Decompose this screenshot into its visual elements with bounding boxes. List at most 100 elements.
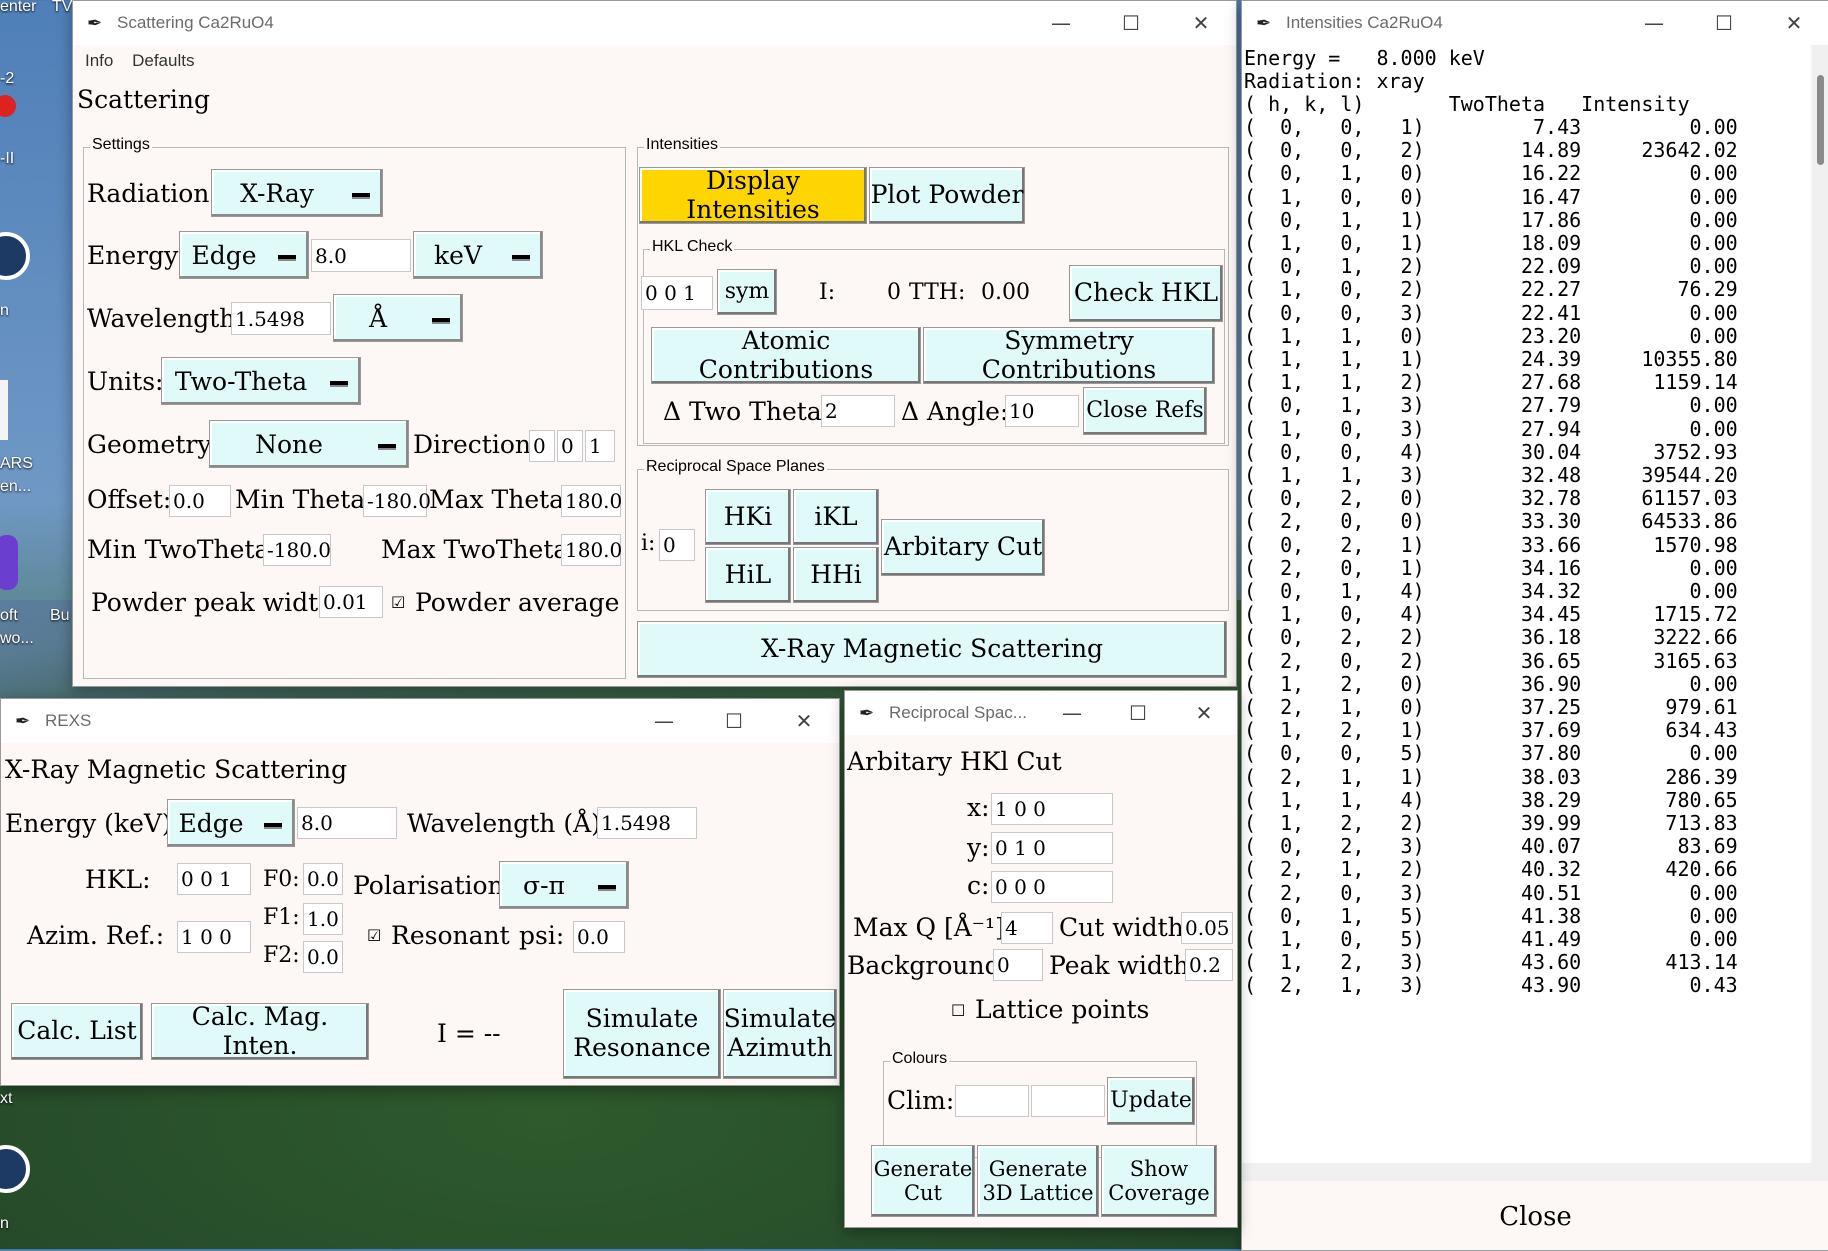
- generate-cut-button[interactable]: Generate Cut: [871, 1145, 975, 1217]
- max-twotheta-input[interactable]: 180.0: [561, 534, 622, 566]
- arbitrary-cut-button[interactable]: Arbitary Cut: [881, 519, 1045, 576]
- y-input[interactable]: 0 1 0: [991, 832, 1113, 864]
- i-input[interactable]: 0: [659, 529, 695, 561]
- close-button[interactable]: Close: [1242, 1183, 1828, 1250]
- minimize-icon[interactable]: —: [629, 709, 699, 733]
- close-refs-button[interactable]: Close Refs: [1083, 387, 1207, 435]
- cut-width-input[interactable]: 0.05: [1181, 912, 1233, 944]
- x-input[interactable]: 1 0 0: [991, 793, 1113, 825]
- atomic-contributions-button[interactable]: Atomic Contributions: [651, 326, 921, 384]
- maximize-icon[interactable]: ☐: [1096, 11, 1166, 35]
- wavelength-unit-dropdown[interactable]: Å: [333, 294, 463, 342]
- show-coverage-button[interactable]: Show Coverage: [1101, 1145, 1217, 1217]
- ikl-button[interactable]: iKL: [793, 489, 879, 545]
- hhi-button[interactable]: HHi: [793, 547, 879, 603]
- menu-info[interactable]: Info: [85, 51, 113, 70]
- desktop-label[interactable]: ARS: [0, 455, 33, 473]
- lattice-points-checkbox[interactable]: ☐: [951, 1001, 965, 1020]
- desktop-label[interactable]: en...: [0, 478, 31, 496]
- direction-l-input[interactable]: 1: [585, 430, 615, 462]
- desktop-label[interactable]: oft: [0, 607, 18, 625]
- powder-average-checkbox[interactable]: ☑: [391, 593, 405, 612]
- calc-mag-inten-button[interactable]: Calc. Mag. Inten.: [151, 1002, 369, 1060]
- peak-width-input[interactable]: 0.2: [1185, 949, 1233, 981]
- background-input[interactable]: 0: [993, 949, 1043, 981]
- f1-input[interactable]: 1.0: [303, 903, 343, 935]
- app-icon[interactable]: [0, 232, 30, 280]
- desktop-label[interactable]: TV: [52, 0, 72, 16]
- desktop-label[interactable]: wo...: [0, 630, 34, 648]
- app-icon[interactable]: [0, 95, 16, 117]
- desktop-label[interactable]: xt: [0, 1090, 12, 1108]
- close-icon[interactable]: ✕: [1166, 11, 1236, 35]
- maximize-icon[interactable]: ☐: [1105, 701, 1171, 725]
- c-input[interactable]: 0 0 0: [991, 871, 1113, 903]
- menu-defaults[interactable]: Defaults: [132, 51, 194, 70]
- check-hkl-button[interactable]: Check HKL: [1069, 265, 1223, 322]
- desktop-label[interactable]: -II: [0, 150, 14, 168]
- clim-max-input[interactable]: [1031, 1085, 1105, 1117]
- desktop-label[interactable]: Bu: [50, 607, 70, 625]
- hkl-input[interactable]: 0 0 1: [641, 276, 713, 310]
- resonant-checkbox[interactable]: ☑: [367, 926, 381, 945]
- generate-3d-lattice-button[interactable]: Generate 3D Lattice: [977, 1145, 1099, 1217]
- desktop-label[interactable]: n: [0, 1215, 9, 1233]
- f2-input[interactable]: 0.0: [303, 941, 343, 973]
- close-icon[interactable]: ✕: [1171, 701, 1237, 725]
- display-intensities-button[interactable]: Display Intensities: [639, 166, 867, 224]
- energy-input[interactable]: 8.0: [311, 239, 411, 272]
- desktop-label[interactable]: n: [0, 302, 9, 320]
- horizontal-scrollbar[interactable]: [1242, 1163, 1828, 1181]
- intensity-row: ( 1, 1, 4) 38.29 780.65: [1244, 787, 1738, 812]
- f0-input[interactable]: 0.0: [303, 863, 343, 895]
- calc-list-button[interactable]: Calc. List: [11, 1003, 143, 1060]
- min-twotheta-input[interactable]: -180.0: [263, 534, 331, 566]
- delta-two-theta-input[interactable]: 2: [821, 395, 895, 427]
- geometry-dropdown[interactable]: None: [209, 420, 409, 468]
- simulate-azimuth-button[interactable]: Simulate Azimuth: [723, 989, 837, 1079]
- radiation-dropdown[interactable]: X-Ray: [211, 169, 383, 217]
- direction-k-input[interactable]: 0: [557, 430, 583, 462]
- close-icon[interactable]: ✕: [769, 709, 839, 733]
- hil-button[interactable]: HiL: [705, 547, 791, 603]
- max-theta-input[interactable]: 180.0: [561, 485, 622, 517]
- close-icon[interactable]: ✕: [1759, 11, 1828, 35]
- delta-angle-input[interactable]: 10: [1005, 395, 1079, 427]
- azim-input[interactable]: 1 0 0: [177, 921, 251, 953]
- min-theta-input[interactable]: -180.0: [363, 485, 431, 517]
- polarisation-dropdown[interactable]: σ-π: [499, 861, 629, 909]
- intensities-text-area[interactable]: Energy = 8.000 keV Radiation: xray ( h, …: [1242, 45, 1810, 1163]
- sym-button[interactable]: sym: [717, 269, 777, 315]
- psi-input[interactable]: 0.0: [573, 921, 625, 953]
- minimize-icon[interactable]: —: [1026, 11, 1096, 35]
- direction-h-input[interactable]: 0: [529, 430, 555, 462]
- maximize-icon[interactable]: ☐: [1689, 11, 1759, 35]
- wavelength-input[interactable]: 1.5498: [231, 302, 331, 335]
- symmetry-contributions-button[interactable]: Symmetry Contributions: [923, 326, 1215, 384]
- max-q-input[interactable]: 4: [1001, 912, 1053, 944]
- plot-powder-button[interactable]: Plot Powder: [869, 167, 1025, 224]
- hki-button[interactable]: HKi: [705, 489, 791, 545]
- clim-min-input[interactable]: [955, 1085, 1029, 1117]
- units-dropdown[interactable]: Two-Theta: [161, 357, 361, 405]
- file-icon[interactable]: [0, 380, 8, 440]
- xray-magnetic-scattering-button[interactable]: X-Ray Magnetic Scattering: [637, 621, 1227, 678]
- app-icon[interactable]: [0, 535, 18, 590]
- wavelength-input[interactable]: 1.5498: [597, 807, 697, 839]
- minimize-icon[interactable]: —: [1619, 11, 1689, 35]
- minimize-icon[interactable]: —: [1039, 701, 1105, 725]
- energy-mode-dropdown[interactable]: Edge: [179, 231, 309, 279]
- desktop-label[interactable]: enter: [0, 0, 36, 16]
- desktop-label[interactable]: -2: [0, 70, 14, 88]
- hkl-input[interactable]: 0 0 1: [177, 863, 251, 895]
- energy-mode-dropdown[interactable]: Edge: [167, 799, 295, 847]
- maximize-icon[interactable]: ☐: [699, 709, 769, 733]
- simulate-resonance-button[interactable]: Simulate Resonance: [563, 989, 721, 1079]
- vertical-scrollbar[interactable]: [1812, 45, 1828, 1163]
- powder-width-input[interactable]: 0.01: [319, 586, 383, 618]
- scrollbar-thumb[interactable]: [1817, 75, 1824, 165]
- offset-input[interactable]: 0.0: [169, 485, 231, 517]
- energy-input[interactable]: 8.0: [297, 807, 397, 839]
- update-button[interactable]: Update: [1107, 1077, 1195, 1125]
- energy-unit-dropdown[interactable]: keV: [413, 231, 543, 279]
